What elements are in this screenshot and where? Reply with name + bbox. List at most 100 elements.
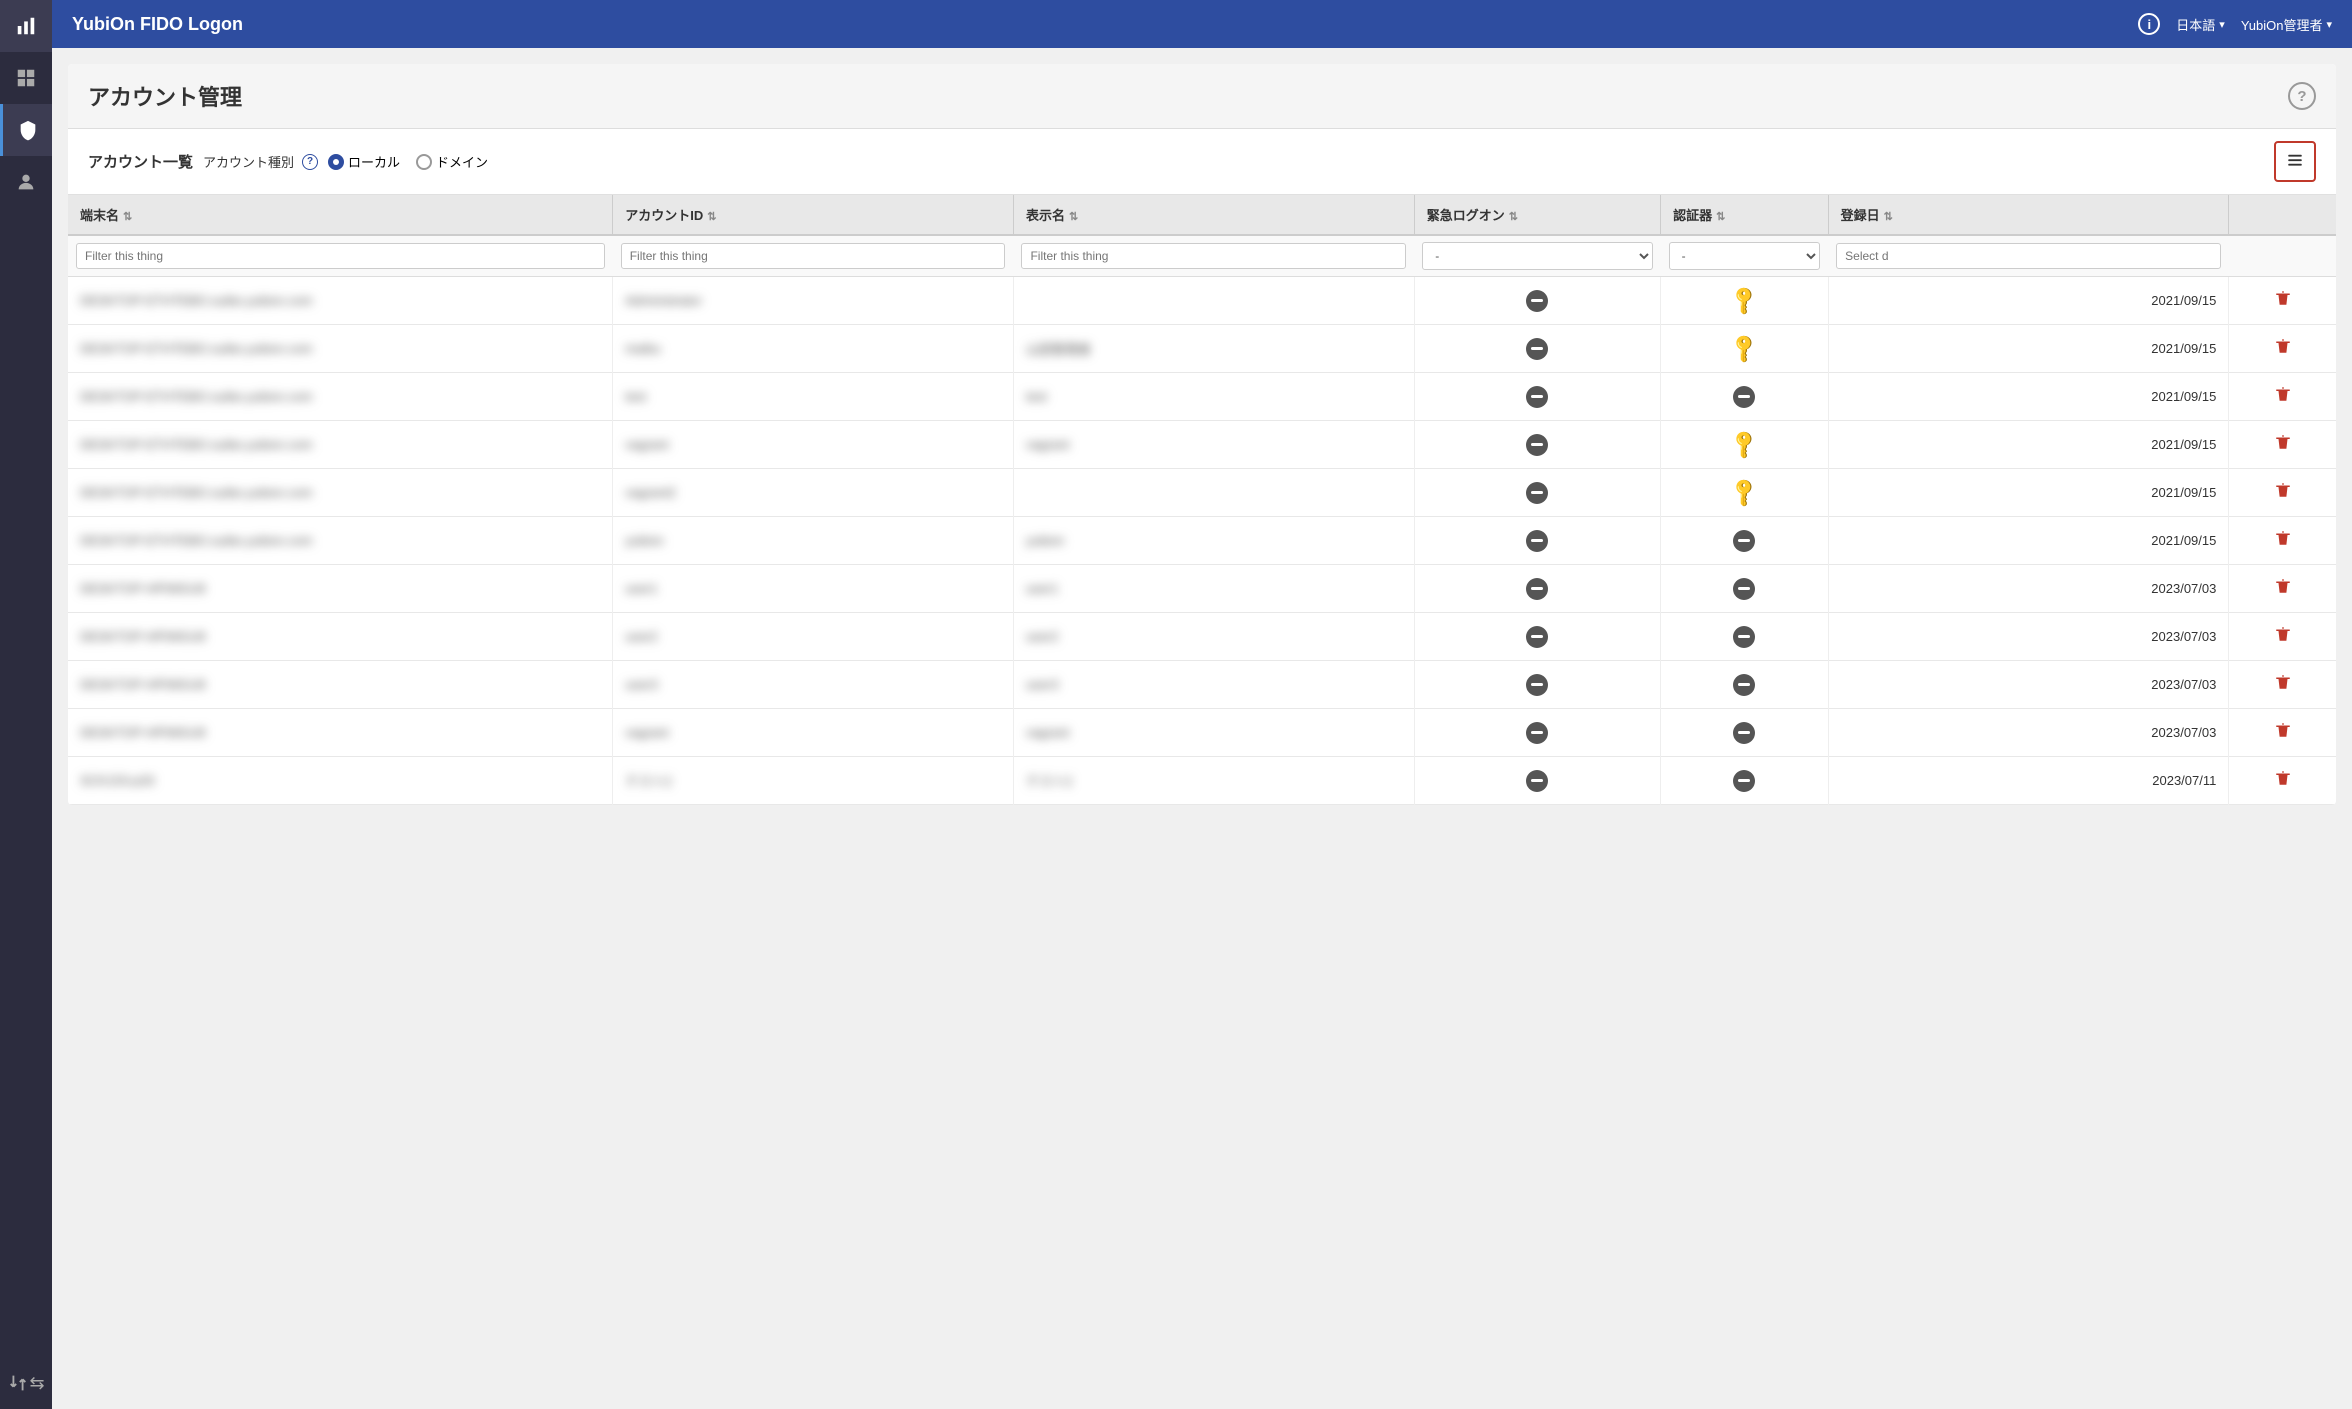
sidebar-item-arrows[interactable]: ⇆	[0, 1357, 52, 1409]
cell-action	[2229, 469, 2336, 517]
delete-button[interactable]	[2270, 623, 2296, 650]
topbar: YubiOn FIDO Logon i 日本語 YubiOn管理者	[52, 0, 2352, 48]
cell-registered-date: 2021/09/15	[1828, 469, 2229, 517]
emergency-minus-icon	[1526, 626, 1548, 648]
radio-domain[interactable]: ドメイン	[416, 152, 488, 171]
cell-display-name: vagrant	[1013, 421, 1414, 469]
trash-icon	[2274, 721, 2292, 739]
emergency-minus-icon	[1526, 434, 1548, 456]
filter-account-id-input[interactable]	[621, 243, 1006, 269]
sort-icon-device[interactable]: ⇅	[123, 210, 132, 223]
cell-account-id: user1	[613, 565, 1014, 613]
cell-authenticator	[1661, 565, 1829, 613]
cell-emergency-logon	[1414, 373, 1660, 421]
sidebar-item-chart[interactable]	[0, 0, 52, 52]
trash-icon	[2274, 481, 2292, 499]
sidebar-item-shield[interactable]	[0, 104, 52, 156]
cell-registered-date: 2023/07/03	[1828, 709, 2229, 757]
cell-emergency-logon	[1414, 757, 1660, 805]
cell-display-name: user1	[1013, 565, 1414, 613]
cell-device-name: DESKTOP-HP09GU8	[68, 565, 613, 613]
table-container: 端末名⇅ アカウントID⇅ 表示名⇅ 緊急ログオン⇅ 認証器⇅ 登録日⇅	[68, 195, 2336, 805]
trash-icon	[2274, 337, 2292, 355]
emergency-minus-icon	[1526, 482, 1548, 504]
page-card: アカウント管理 ? アカウント一覧 アカウント種別 ? ローカル	[68, 64, 2336, 805]
delete-button[interactable]	[2270, 767, 2296, 794]
col-device-name: 端末名⇅	[68, 195, 613, 235]
delete-button[interactable]	[2270, 431, 2296, 458]
key-icon: 🔑	[1727, 283, 1762, 318]
filter-device-name-cell	[68, 235, 613, 277]
cell-display-name	[1013, 277, 1414, 325]
account-type-radio-group: ローカル ドメイン	[328, 152, 488, 171]
cell-authenticator	[1661, 613, 1829, 661]
emergency-minus-icon	[1526, 770, 1548, 792]
delete-button[interactable]	[2270, 383, 2296, 410]
filter-display-name-input[interactable]	[1021, 243, 1406, 269]
auth-minus-icon	[1733, 530, 1755, 552]
account-type-info-icon[interactable]: ?	[302, 154, 318, 170]
cell-account-id: テスト2	[613, 757, 1014, 805]
delete-button[interactable]	[2270, 575, 2296, 602]
cell-registered-date: 2023/07/03	[1828, 613, 2229, 661]
cell-registered-date: 2021/09/15	[1828, 421, 2229, 469]
table-row: SCK153-p33テスト2テスト22023/07/11	[68, 757, 2336, 805]
filter-auth-select[interactable]: - 有効 無効	[1669, 242, 1821, 270]
radio-local[interactable]: ローカル	[328, 152, 400, 171]
delete-button[interactable]	[2270, 719, 2296, 746]
sort-icon-display[interactable]: ⇅	[1069, 210, 1078, 223]
user-menu[interactable]: YubiOn管理者	[2241, 15, 2332, 34]
filter-date-input[interactable]	[1836, 243, 2221, 269]
cell-action	[2229, 277, 2336, 325]
cell-display-name: yubion	[1013, 517, 1414, 565]
cell-device-name: DESKTOP-ETHTEBO.suibe.yubion.com	[68, 421, 613, 469]
trash-icon	[2274, 289, 2292, 307]
auth-minus-icon	[1733, 674, 1755, 696]
cell-emergency-logon	[1414, 565, 1660, 613]
cell-account-id: maibu	[613, 325, 1014, 373]
filter-display-name-cell	[1013, 235, 1414, 277]
cell-action	[2229, 373, 2336, 421]
sidebar-item-user[interactable]	[0, 156, 52, 208]
delete-button[interactable]	[2270, 287, 2296, 314]
delete-button[interactable]	[2270, 335, 2296, 362]
emergency-minus-icon	[1526, 578, 1548, 600]
sort-icon-date[interactable]: ⇅	[1884, 210, 1893, 223]
filter-device-name-input[interactable]	[76, 243, 605, 269]
cell-action	[2229, 325, 2336, 373]
language-selector[interactable]: 日本語	[2176, 15, 2225, 34]
delete-button[interactable]	[2270, 527, 2296, 554]
cell-action	[2229, 565, 2336, 613]
trash-icon	[2274, 433, 2292, 451]
account-toolbar: アカウント一覧 アカウント種別 ? ローカル ドメイン	[68, 129, 2336, 195]
account-type-label: アカウント種別 ?	[203, 152, 318, 171]
cell-device-name: DESKTOP-ETHTEBO.suibe.yubion.com	[68, 469, 613, 517]
cell-display-name: 山田管理者	[1013, 325, 1414, 373]
sort-icon-account[interactable]: ⇅	[707, 210, 716, 223]
table-row: DESKTOP-ETHTEBO.suibe.yubion.comvagrant2…	[68, 469, 2336, 517]
cell-registered-date: 2023/07/11	[1828, 757, 2229, 805]
topbar-right: i 日本語 YubiOn管理者	[2138, 13, 2332, 35]
cell-display-name: test	[1013, 373, 1414, 421]
cell-registered-date: 2023/07/03	[1828, 565, 2229, 613]
delete-button[interactable]	[2270, 671, 2296, 698]
info-icon[interactable]: i	[2138, 13, 2160, 35]
key-icon: 🔑	[1727, 427, 1762, 462]
filter-emergency-select[interactable]: - 有効 無効	[1422, 242, 1652, 270]
sort-icon-auth[interactable]: ⇅	[1716, 210, 1725, 223]
col-account-id: アカウントID⇅	[613, 195, 1014, 235]
help-button[interactable]: ?	[2288, 82, 2316, 110]
table-header-row: 端末名⇅ アカウントID⇅ 表示名⇅ 緊急ログオン⇅ 認証器⇅ 登録日⇅	[68, 195, 2336, 235]
menu-button[interactable]	[2274, 141, 2316, 182]
account-list-label: アカウント一覧	[88, 151, 193, 172]
cell-display-name	[1013, 469, 1414, 517]
cell-authenticator: 🔑	[1661, 421, 1829, 469]
cell-account-id: Administrator	[613, 277, 1014, 325]
delete-button[interactable]	[2270, 479, 2296, 506]
emergency-minus-icon	[1526, 338, 1548, 360]
cell-registered-date: 2023/07/03	[1828, 661, 2229, 709]
sidebar-item-grid[interactable]	[0, 52, 52, 104]
cell-action	[2229, 709, 2336, 757]
sort-icon-emergency[interactable]: ⇅	[1509, 210, 1518, 223]
cell-emergency-logon	[1414, 661, 1660, 709]
